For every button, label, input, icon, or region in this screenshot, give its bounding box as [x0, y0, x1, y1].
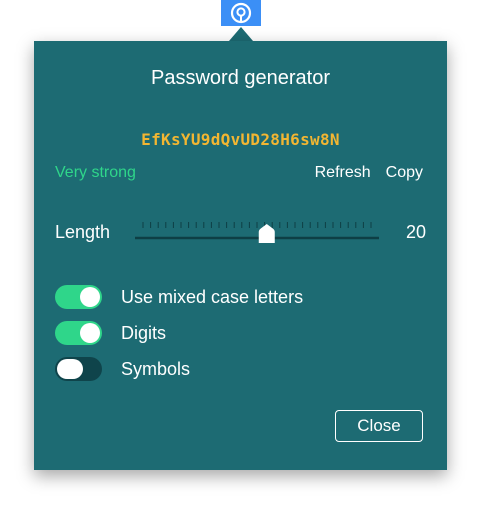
toggle-knob: [57, 359, 83, 379]
strength-indicator: Very strong: [55, 164, 136, 181]
digits-label: Digits: [121, 322, 167, 343]
password-generator-panel: Password generator EfKsYU9dQvUD28H6sw8N …: [34, 41, 447, 470]
length-value: 20: [405, 222, 426, 242]
mixed-case-toggle[interactable]: [55, 285, 102, 309]
option-symbols[interactable]: Symbols: [55, 351, 303, 387]
digits-toggle[interactable]: [55, 321, 102, 345]
toggle-knob: [80, 287, 100, 307]
length-label: Length: [55, 222, 111, 242]
refresh-button[interactable]: Refresh: [315, 164, 371, 182]
option-digits[interactable]: Digits: [55, 315, 303, 351]
key-icon: [230, 2, 252, 24]
length-slider[interactable]: [135, 219, 379, 245]
slider-ticks: [142, 222, 372, 228]
generated-password: EfKsYU9dQvUD28H6sw8N: [141, 130, 340, 149]
password-generator-anchor[interactable]: [221, 0, 261, 26]
option-mixed-case[interactable]: Use mixed case letters: [55, 279, 303, 315]
panel-title: Password generator: [151, 67, 330, 89]
symbols-label: Symbols: [121, 358, 191, 379]
copy-button[interactable]: Copy: [386, 164, 423, 182]
mixed-case-label: Use mixed case letters: [121, 286, 304, 307]
popover-caret: [229, 27, 253, 41]
toggle-knob: [80, 323, 100, 343]
close-button[interactable]: Close: [335, 410, 423, 442]
symbols-toggle[interactable]: [55, 357, 102, 381]
password-actions: Refresh Copy: [315, 164, 423, 182]
options-list: Use mixed case letters Digits Symbols: [55, 279, 303, 387]
